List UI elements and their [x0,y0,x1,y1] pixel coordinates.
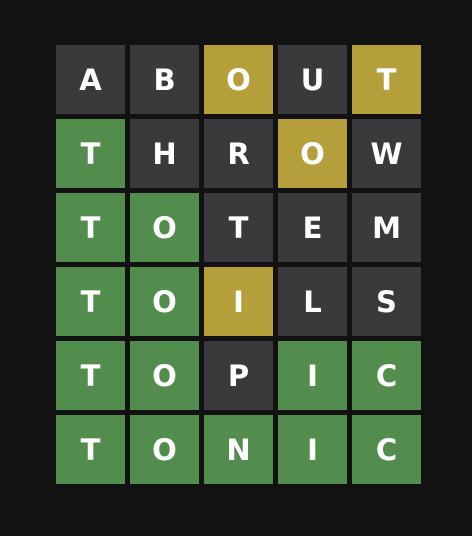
letter-tile: M [352,193,421,262]
letter-tile: T [56,341,125,410]
game-board: A B O U T T H R O W T O T E M T O I L S … [56,45,421,484]
letter-tile: I [278,415,347,484]
letter-tile: T [352,45,421,114]
letter-tile: H [130,119,199,188]
letter-tile: I [278,341,347,410]
letter-tile: O [278,119,347,188]
letter-tile: A [56,45,125,114]
letter-tile: C [352,415,421,484]
letter-tile: T [56,119,125,188]
letter-tile: B [130,45,199,114]
letter-tile: T [56,415,125,484]
letter-tile: C [352,341,421,410]
letter-tile: T [204,193,273,262]
letter-tile: O [130,193,199,262]
letter-tile: P [204,341,273,410]
letter-tile: L [278,267,347,336]
letter-tile: E [278,193,347,262]
letter-tile: N [204,415,273,484]
letter-tile: T [56,193,125,262]
letter-tile: U [278,45,347,114]
letter-tile: O [130,341,199,410]
letter-tile: R [204,119,273,188]
letter-tile: O [130,267,199,336]
letter-tile: S [352,267,421,336]
letter-tile: T [56,267,125,336]
letter-tile: W [352,119,421,188]
letter-tile: O [130,415,199,484]
letter-tile: O [204,45,273,114]
letter-tile: I [204,267,273,336]
